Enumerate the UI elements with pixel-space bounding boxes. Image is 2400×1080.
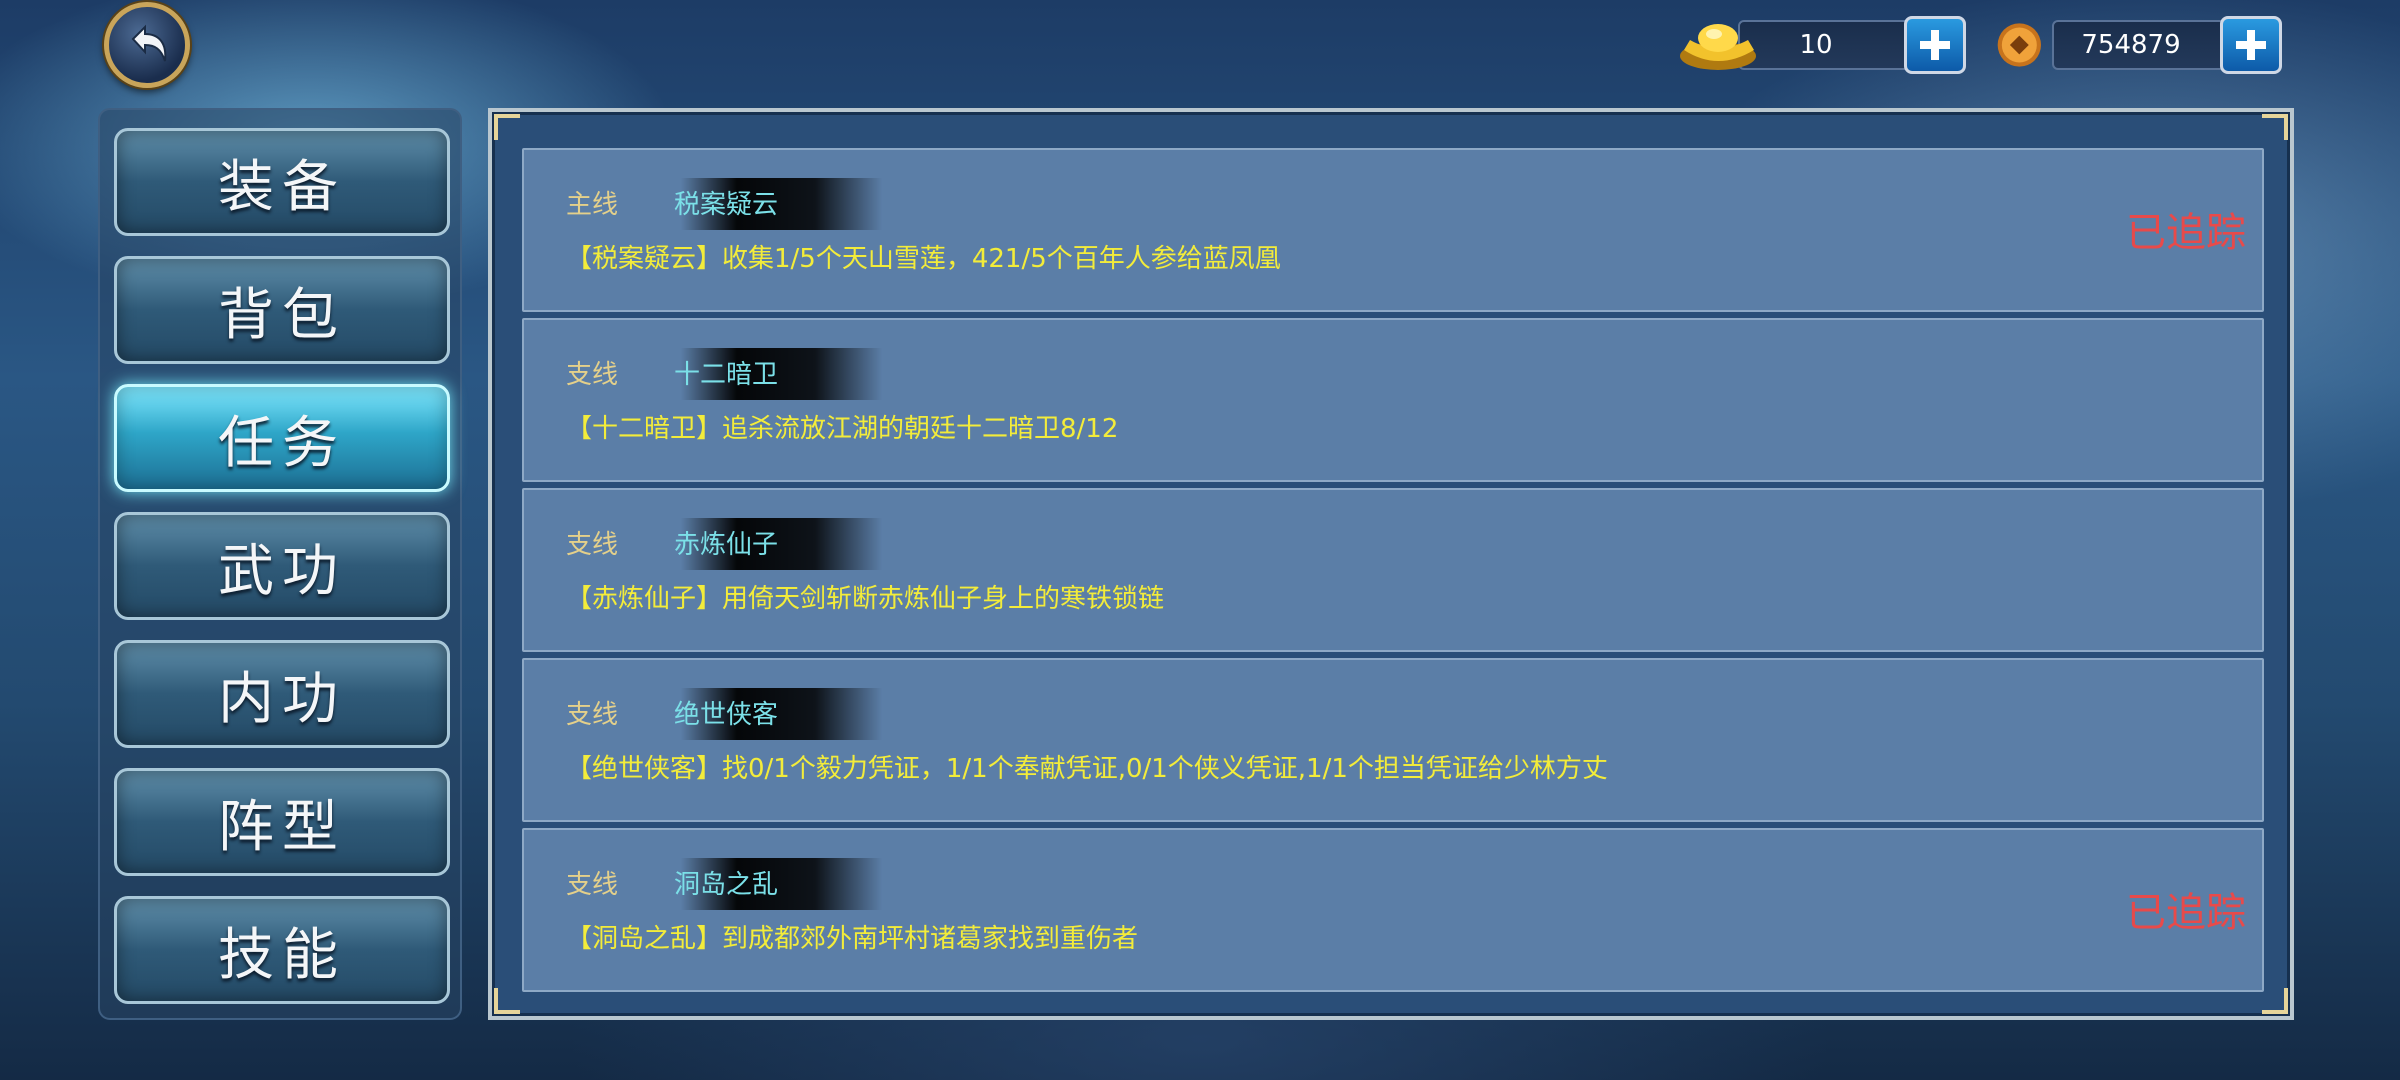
sidebar-menu: 装备 背包 任务 武功 内功 阵型 技能 [98, 108, 462, 1020]
coin-currency: 754879 [1996, 16, 2282, 74]
quest-list: 主线 税案疑云 【税案疑云】收集1/5个天山雪莲，421/5个百年人参给蓝凤凰 … [522, 148, 2264, 998]
frame-corner [2262, 114, 2288, 140]
gold-currency: 10 [1678, 16, 1966, 74]
quest-description: 【十二暗卫】追杀流放江湖的朝廷十二暗卫8/12 [566, 414, 1119, 444]
quest-row[interactable]: 支线 洞岛之乱 【洞岛之乱】到成都郊外南坪村诸葛家找到重伤者 已追踪 [522, 828, 2264, 992]
add-coin-button[interactable] [2220, 16, 2282, 74]
sidebar-item-inner-power[interactable]: 内功 [114, 640, 450, 748]
quest-row[interactable]: 支线 赤炼仙子 【赤炼仙子】用倚天剑斩断赤炼仙子身上的寒铁锁链 [522, 488, 2264, 652]
gold-ingot-icon [1680, 24, 1756, 70]
quest-name: 赤炼仙子 [674, 530, 779, 560]
quest-description: 【赤炼仙子】用倚天剑斩断赤炼仙子身上的寒铁锁链 [566, 584, 1165, 614]
copper-coin-icon [1997, 23, 2041, 67]
quest-name: 绝世侠客 [674, 700, 779, 730]
tracked-label: 已追踪 [2126, 890, 2246, 936]
sidebar-item-backpack[interactable]: 背包 [114, 256, 450, 364]
frame-corner [2262, 988, 2288, 1014]
quest-type: 支线 [566, 530, 619, 560]
quest-panel: 主线 税案疑云 【税案疑云】收集1/5个天山雪莲，421/5个百年人参给蓝凤凰 … [488, 108, 2294, 1020]
back-arrow-icon [131, 24, 167, 62]
add-gold-button[interactable] [1904, 16, 1966, 74]
tracked-label: 已追踪 [2126, 210, 2246, 256]
frame-corner [494, 114, 520, 140]
plus-icon [2236, 30, 2266, 60]
back-button[interactable] [104, 2, 190, 88]
quest-description: 【税案疑云】收集1/5个天山雪莲，421/5个百年人参给蓝凤凰 [566, 244, 1281, 274]
sidebar-item-formation[interactable]: 阵型 [114, 768, 450, 876]
sidebar-item-equipment[interactable]: 装备 [114, 128, 450, 236]
frame-corner [494, 988, 520, 1014]
quest-type: 支线 [566, 700, 619, 730]
quest-type: 支线 [566, 870, 619, 900]
quest-name: 十二暗卫 [674, 360, 779, 390]
quest-row[interactable]: 主线 税案疑云 【税案疑云】收集1/5个天山雪莲，421/5个百年人参给蓝凤凰 … [522, 148, 2264, 312]
quest-description: 【洞岛之乱】到成都郊外南坪村诸葛家找到重伤者 [566, 924, 1139, 954]
sidebar-item-quests[interactable]: 任务 [114, 384, 450, 492]
quest-row[interactable]: 支线 十二暗卫 【十二暗卫】追杀流放江湖的朝廷十二暗卫8/12 [522, 318, 2264, 482]
quest-name: 洞岛之乱 [674, 870, 779, 900]
quest-type: 主线 [566, 190, 619, 220]
plus-icon [1920, 30, 1950, 60]
quest-description: 【绝世侠客】找0/1个毅力凭证，1/1个奉献凭证,0/1个侠义凭证,1/1个担当… [566, 754, 1608, 784]
sidebar-item-martial-arts[interactable]: 武功 [114, 512, 450, 620]
sidebar-item-skills[interactable]: 技能 [114, 896, 450, 1004]
quest-row[interactable]: 支线 绝世侠客 【绝世侠客】找0/1个毅力凭证，1/1个奉献凭证,0/1个侠义凭… [522, 658, 2264, 822]
quest-type: 支线 [566, 360, 619, 390]
quest-name: 税案疑云 [674, 190, 779, 220]
